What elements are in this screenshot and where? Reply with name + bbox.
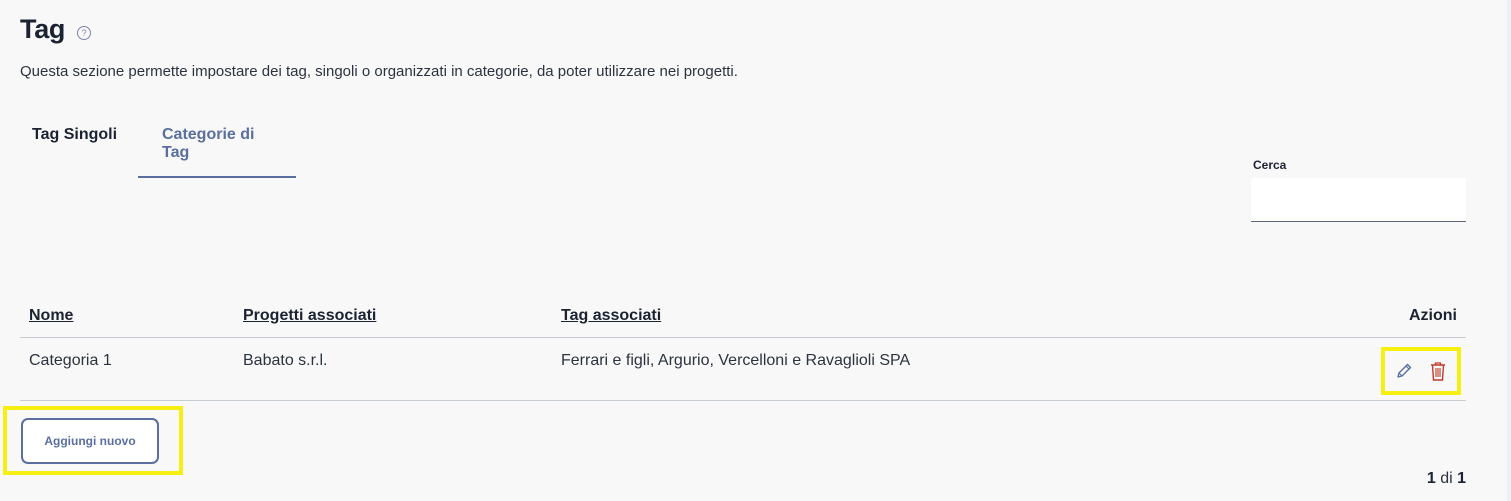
tab-tag-singoli[interactable]: Tag Singoli — [20, 116, 138, 178]
tag-categories-table: Nome Progetti associati Tag associati Az… — [20, 295, 1466, 401]
cell-tag: Ferrari e figli, Argurio, Vercelloni e R… — [561, 352, 911, 369]
title-row: Tag ? — [20, 14, 92, 45]
tag-page: Tag ? Questa sezione permette impostare … — [0, 0, 1511, 501]
page-title: Tag — [20, 14, 66, 44]
scrollbar-track[interactable] — [1507, 0, 1511, 501]
pagination-current: 1 — [1426, 470, 1436, 487]
header-progetti-associati[interactable]: Progetti associati — [243, 307, 561, 325]
header-azioni: Azioni — [1409, 307, 1457, 324]
trash-icon[interactable] — [1428, 360, 1448, 382]
add-new-button[interactable]: Aggiungi nuovo — [21, 418, 159, 464]
table-row: Categoria 1 Babato s.r.l. Ferrari e figl… — [20, 338, 1466, 401]
search-label: Cerca — [1253, 158, 1287, 172]
cell-progetti: Babato s.r.l. — [243, 352, 328, 369]
header-tag-associati[interactable]: Tag associati — [561, 307, 1361, 325]
actions-highlight — [1381, 347, 1461, 395]
pagination: 1 di 1 — [1427, 470, 1466, 488]
tab-categorie-di-tag[interactable]: Categorie di Tag — [138, 116, 296, 178]
tab-bar: Tag Singoli Categorie di Tag — [20, 116, 296, 178]
row-actions — [1361, 343, 1461, 395]
cell-nome: Categoria 1 — [29, 352, 112, 369]
pagination-total: 1 — [1457, 470, 1466, 487]
search-block: Cerca — [1251, 158, 1466, 222]
help-icon[interactable]: ? — [77, 25, 92, 40]
table-header: Nome Progetti associati Tag associati Az… — [20, 295, 1466, 338]
search-input[interactable] — [1251, 178, 1466, 222]
header-nome[interactable]: Nome — [20, 307, 243, 325]
pagination-separator: di — [1440, 470, 1453, 487]
page-description: Questa sezione permette impostare dei ta… — [20, 63, 738, 80]
pencil-icon[interactable] — [1394, 360, 1414, 382]
